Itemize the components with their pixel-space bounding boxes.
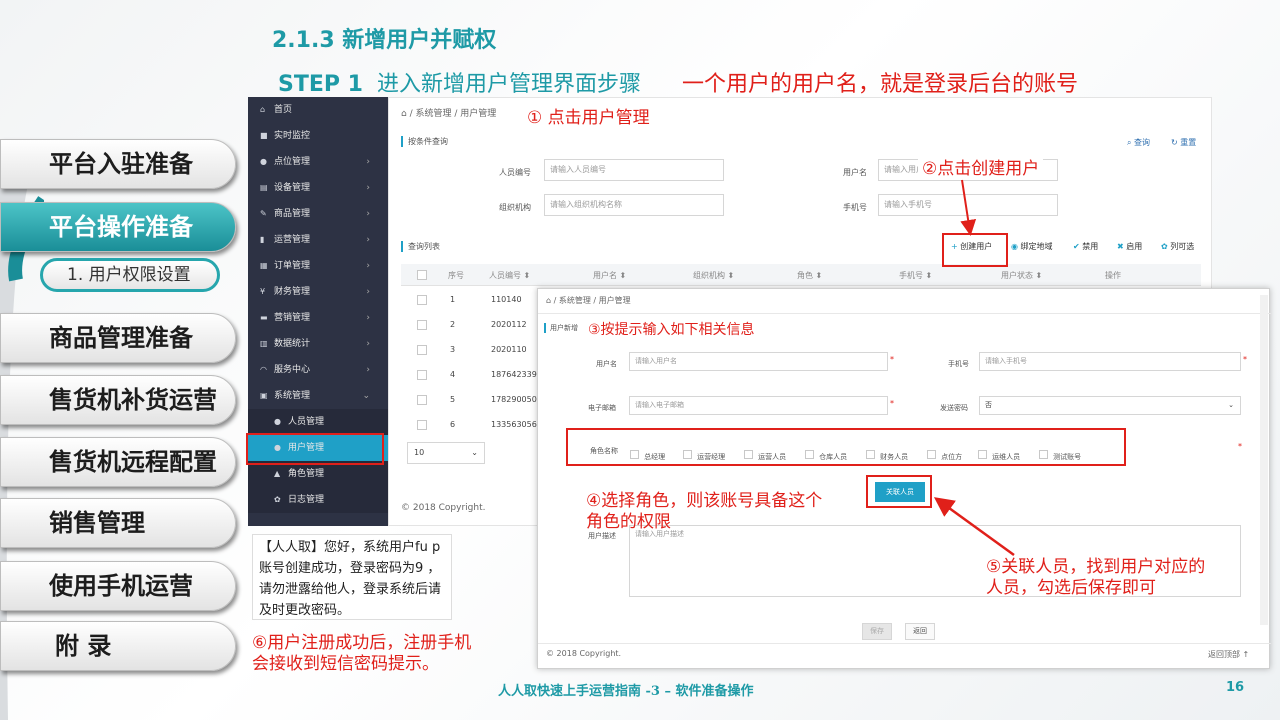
footer-text: 人人取快速上手运营指南 -3 – 软件准备操作 xyxy=(498,684,754,699)
annotation-arrows xyxy=(933,179,1015,557)
page-number: 16 xyxy=(1226,680,1245,695)
